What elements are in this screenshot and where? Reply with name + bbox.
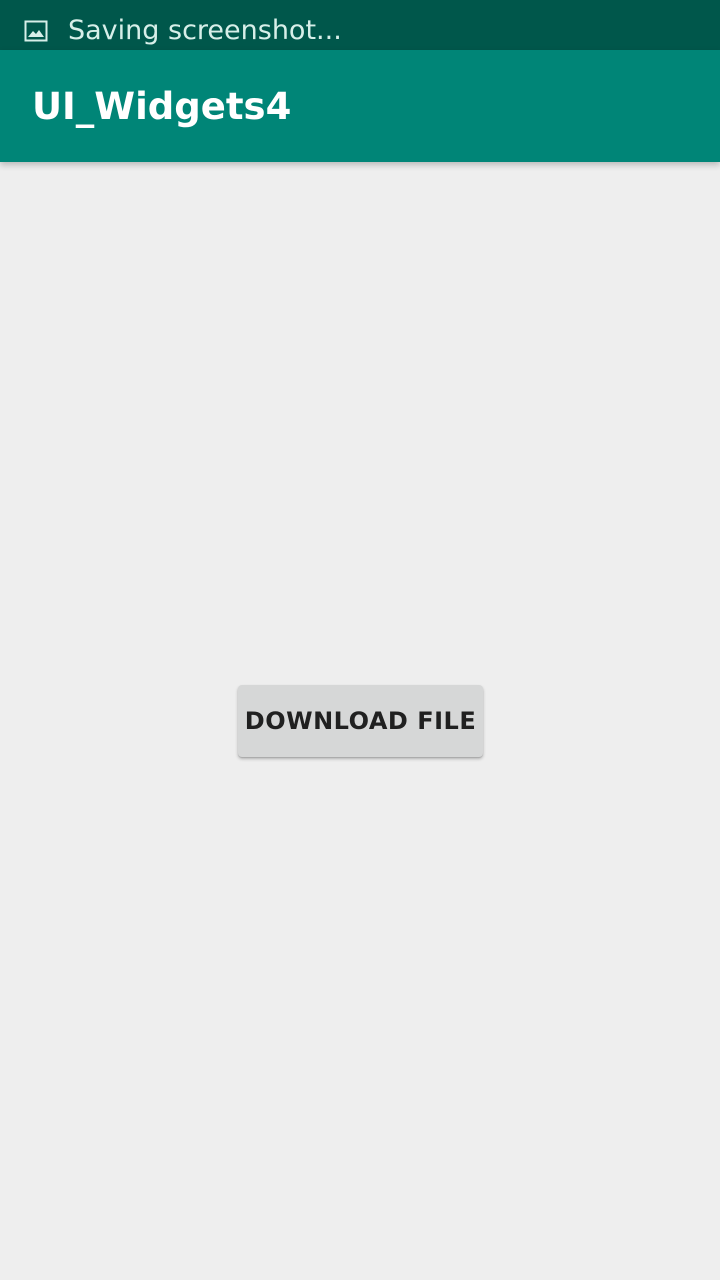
download-file-button[interactable]: DOWNLOAD FILE [238, 685, 483, 757]
status-notification-text: Saving screenshot... [68, 15, 342, 46]
app-bar: UI_Widgets4 [0, 50, 720, 162]
main-content: DOWNLOAD FILE [0, 162, 720, 1280]
app-title: UI_Widgets4 [32, 85, 292, 128]
image-icon [24, 20, 48, 42]
status-bar: Saving screenshot... [0, 0, 720, 50]
